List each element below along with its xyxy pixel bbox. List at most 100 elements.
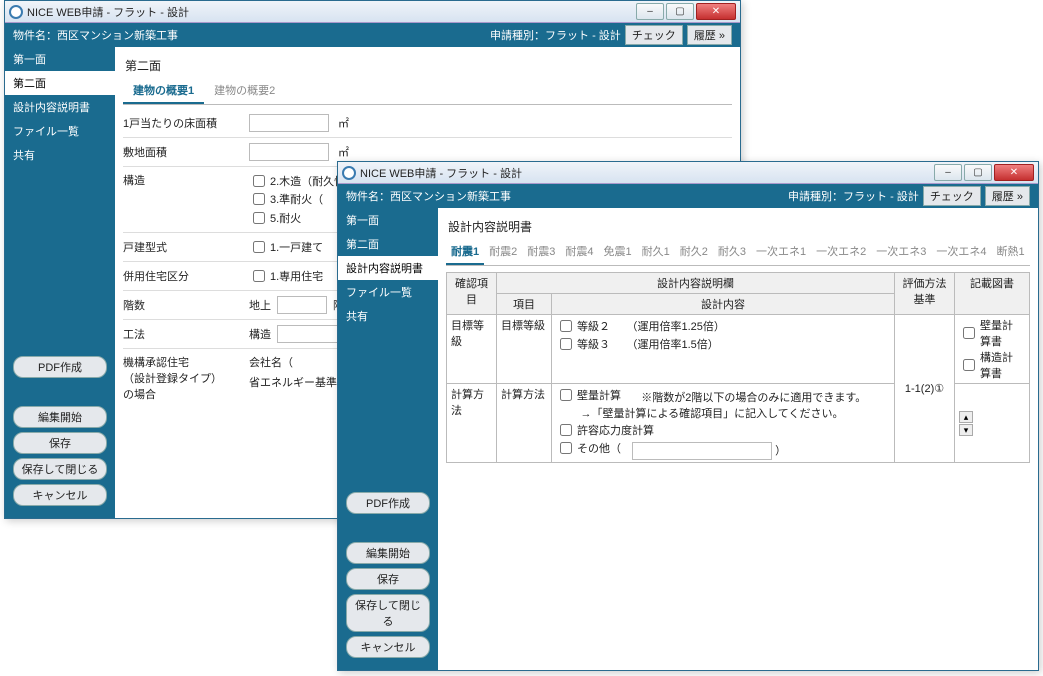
structure-opt3[interactable] — [253, 193, 265, 205]
save-close-button[interactable]: 保存して閉じる — [346, 594, 430, 632]
stepper-down[interactable]: ▾ — [959, 424, 973, 436]
th-confirm: 確認項目 — [447, 273, 497, 315]
check-button[interactable]: チェック — [923, 186, 981, 206]
doc-struct-calc-checkbox[interactable] — [963, 359, 975, 371]
tab-overview1[interactable]: 建物の概要1 — [123, 78, 204, 104]
method-sub: 構造 — [249, 326, 271, 342]
history-button[interactable]: 履歴 » — [985, 186, 1030, 206]
save-close-button[interactable]: 保存して閉じる — [13, 458, 107, 480]
grade2-checkbox[interactable] — [560, 320, 572, 332]
sidebar-item-files[interactable]: ファイル一覧 — [338, 280, 438, 304]
floors-input[interactable] — [277, 296, 327, 314]
sidebar-item-page1[interactable]: 第一面 — [5, 47, 115, 71]
property-name: 西区マンション新築工事 — [57, 27, 178, 43]
sidebar-item-share[interactable]: 共有 — [5, 143, 115, 167]
sidebar: 第一面 第二面 設計内容説明書 ファイル一覧 共有 PDF作成 編集開始 保存 … — [5, 47, 115, 518]
save-button[interactable]: 保存 — [13, 432, 107, 454]
method-label: 工法 — [123, 326, 243, 342]
doc-wall-calc-checkbox[interactable] — [963, 327, 975, 339]
company-label: 会社名（ — [249, 357, 293, 369]
sidebar-item-design-doc[interactable]: 設計内容説明書 — [338, 256, 438, 280]
tab-taishin2[interactable]: 耐震2 — [484, 239, 522, 265]
cell-docs: 壁量計算書 構造計算書 — [955, 315, 1030, 384]
header-bar: 物件名： 西区マンション新築工事 申請種別： フラット - 設計 チェック 履歴… — [5, 23, 740, 47]
sidebar-item-page2[interactable]: 第二面 — [338, 232, 438, 256]
grade3-checkbox[interactable] — [560, 338, 572, 350]
property-label: 物件名： — [346, 188, 390, 204]
title-bar: NICE WEB申請 - フラット - 設計 – ▢ ✕ — [338, 162, 1038, 184]
calc-wall-checkbox[interactable] — [560, 389, 572, 401]
floors-prefix: 地上 — [249, 297, 271, 313]
sidebar: 第一面 第二面 設計内容説明書 ファイル一覧 共有 PDF作成 編集開始 保存 … — [338, 208, 438, 670]
header-bar: 物件名： 西区マンション新築工事 申請種別： フラット - 設計 チェック 履歴… — [338, 184, 1038, 208]
app-icon — [342, 166, 356, 180]
tab-ene1[interactable]: 一次エネ1 — [751, 239, 811, 265]
structure-opt5[interactable] — [253, 212, 265, 224]
cell-content: 壁量計算 ※階数が2階以下の場合のみに適用できます。 →「壁量計算による確認項目… — [552, 384, 895, 463]
tab-taikyuu1[interactable]: 耐久1 — [637, 239, 675, 265]
window-title: NICE WEB申請 - フラット - 設計 — [27, 4, 189, 20]
sidebar-item-page1[interactable]: 第一面 — [338, 208, 438, 232]
structure-label: 構造 — [123, 172, 243, 188]
window-title: NICE WEB申請 - フラット - 設計 — [360, 165, 522, 181]
tab-taikyuu2[interactable]: 耐久2 — [675, 239, 713, 265]
tab-taishin3[interactable]: 耐震3 — [522, 239, 560, 265]
maximize-button[interactable]: ▢ — [964, 164, 992, 181]
minimize-button[interactable]: – — [636, 3, 664, 20]
table-row: 目標等級 目標等級 等級２ （運用倍率1.25倍） 等級３ （運用倍率1.5倍）… — [447, 315, 1030, 384]
sidebar-item-design-doc[interactable]: 設計内容説明書 — [5, 95, 115, 119]
save-button[interactable]: 保存 — [346, 568, 430, 590]
cell-item: 目標等級 — [497, 315, 552, 384]
close-button[interactable]: ✕ — [994, 164, 1034, 181]
house-type-label: 戸建型式 — [123, 239, 243, 255]
tab-bar: 建物の概要1 建物の概要2 — [123, 78, 732, 105]
th-eval: 評価方法基準 — [895, 273, 955, 315]
close-button[interactable]: ✕ — [696, 3, 736, 20]
pdf-button[interactable]: PDF作成 — [13, 356, 107, 378]
house-type-1[interactable] — [253, 241, 265, 253]
tab-taikyuu3[interactable]: 耐久3 — [713, 239, 751, 265]
sidebar-item-files[interactable]: ファイル一覧 — [5, 119, 115, 143]
app-icon — [9, 5, 23, 19]
cell-confirm: 目標等級 — [447, 315, 497, 384]
cancel-button[interactable]: キャンセル — [346, 636, 430, 658]
tab-bar: 耐震1 耐震2 耐震3 耐震4 免震1 耐久1 耐久2 耐久3 一次エネ1 一次… — [446, 239, 1030, 266]
pdf-button[interactable]: PDF作成 — [346, 492, 430, 514]
design-table: 確認項目 設計内容説明欄 評価方法基準 記載図書 項目 設計内容 目標等級 目標… — [446, 272, 1030, 463]
maximize-button[interactable]: ▢ — [666, 3, 694, 20]
floor-area-input[interactable] — [249, 114, 329, 132]
property-name: 西区マンション新築工事 — [390, 188, 511, 204]
page-title: 設計内容説明書 — [446, 214, 1030, 239]
th-item: 項目 — [497, 294, 552, 315]
structure-opt2[interactable] — [253, 175, 265, 187]
tab-taishin4[interactable]: 耐震4 — [560, 239, 598, 265]
tab-overview2[interactable]: 建物の概要2 — [204, 78, 285, 104]
calc-other-checkbox[interactable] — [560, 442, 572, 454]
tab-ene2[interactable]: 一次エネ2 — [811, 239, 871, 265]
tab-menshin1[interactable]: 免震1 — [599, 239, 637, 265]
site-area-input[interactable] — [249, 143, 329, 161]
history-button[interactable]: 履歴 » — [687, 25, 732, 45]
stepper-up[interactable]: ▴ — [959, 411, 973, 423]
tab-ene3[interactable]: 一次エネ3 — [871, 239, 931, 265]
sidebar-item-page2[interactable]: 第二面 — [5, 71, 115, 95]
floor-area-label: 1戸当たりの床面積 — [123, 115, 243, 131]
window-design-doc: NICE WEB申請 - フラット - 設計 – ▢ ✕ 物件名： 西区マンショ… — [337, 161, 1039, 671]
th-explain: 設計内容説明欄 — [497, 273, 895, 294]
tab-ene4[interactable]: 一次エネ4 — [931, 239, 991, 265]
cancel-button[interactable]: キャンセル — [13, 484, 107, 506]
usage-1[interactable] — [253, 270, 265, 282]
start-edit-button[interactable]: 編集開始 — [346, 542, 430, 564]
start-edit-button[interactable]: 編集開始 — [13, 406, 107, 428]
site-area-label: 敷地面積 — [123, 144, 243, 160]
minimize-button[interactable]: – — [934, 164, 962, 181]
check-button[interactable]: チェック — [625, 25, 683, 45]
cell-content: 等級２ （運用倍率1.25倍） 等級３ （運用倍率1.5倍） — [552, 315, 895, 384]
sidebar-item-share[interactable]: 共有 — [338, 304, 438, 328]
tab-taishin1[interactable]: 耐震1 — [446, 239, 484, 265]
tab-dannetsu1[interactable]: 断熱1 — [992, 239, 1030, 265]
th-content: 設計内容 — [552, 294, 895, 315]
calc-other-input[interactable] — [632, 442, 772, 460]
calc-stress-checkbox[interactable] — [560, 424, 572, 436]
site-area-unit: ㎡ — [338, 144, 349, 160]
